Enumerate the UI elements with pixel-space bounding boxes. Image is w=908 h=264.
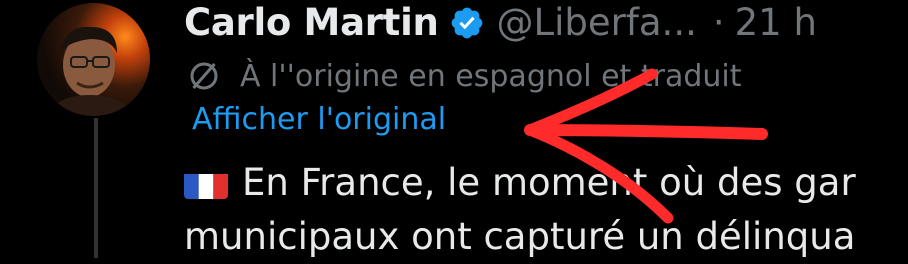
translation-notice: À l''origine en espagnol et traduit [186,56,742,96]
tweet-text-line: municipaux ont capturé un délinqua [184,210,908,264]
avatar[interactable] [37,3,150,116]
tweet-text-line-1: En France, le moment où des gar [242,161,856,204]
separator-dot: · [712,0,725,44]
author-handle[interactable]: @Liberfa... [497,1,697,44]
author-name[interactable]: Carlo Martin [184,1,439,44]
translation-note: À l''origine en espagnol et traduit [240,58,742,94]
timestamp[interactable]: 21 h [735,1,817,44]
verified-badge-icon [451,7,482,39]
france-flag-icon [184,167,228,199]
tweet-header: Carlo Martin @Liberfa... · 21 h [184,0,817,46]
tweet-text-line: En France, le moment où des gar [184,156,908,210]
translate-icon [190,62,218,90]
show-original-link[interactable]: Afficher l'original [192,102,446,137]
tweet-text: En France, le moment où des gar municipa… [184,156,908,264]
thread-connector-line [94,118,98,258]
tweet-text-line-2: municipaux ont capturé un délinqua [184,215,856,258]
